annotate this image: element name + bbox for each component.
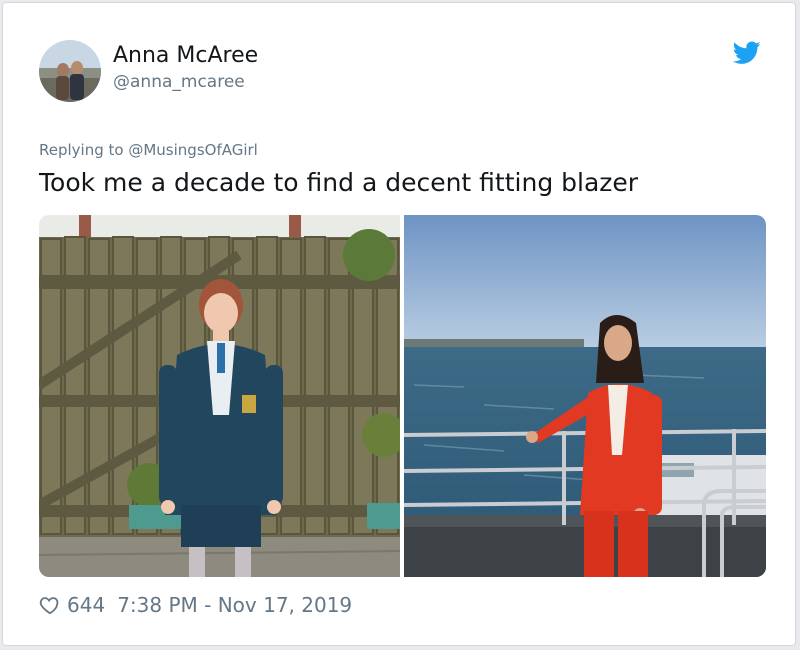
photo-red-suit[interactable] [403, 215, 766, 577]
avatar[interactable] [39, 40, 101, 102]
tweet-card: Anna McAree @anna_mcaree Replying to @Mu… [2, 2, 796, 646]
media-grid [39, 215, 766, 577]
tweet-text: Took me a decade to find a decent fittin… [39, 168, 639, 197]
reply-mention-link[interactable]: @MusingsOfAGirl [128, 141, 258, 159]
author-handle[interactable]: @anna_mcaree [113, 72, 245, 92]
tweet-footer: 644 7:38 PM - Nov 17, 2019 [39, 593, 352, 617]
photo-school-uniform[interactable] [39, 215, 406, 577]
heart-outline-icon[interactable] [39, 594, 61, 616]
like-count[interactable]: 644 [67, 593, 105, 617]
reply-prefix: Replying to [39, 141, 124, 159]
reply-context: Replying to @MusingsOfAGirl [39, 141, 258, 159]
tweet-timestamp[interactable]: 7:38 PM - Nov 17, 2019 [117, 593, 352, 617]
author-name[interactable]: Anna McAree [113, 43, 258, 68]
twitter-bird-icon[interactable] [732, 41, 761, 65]
